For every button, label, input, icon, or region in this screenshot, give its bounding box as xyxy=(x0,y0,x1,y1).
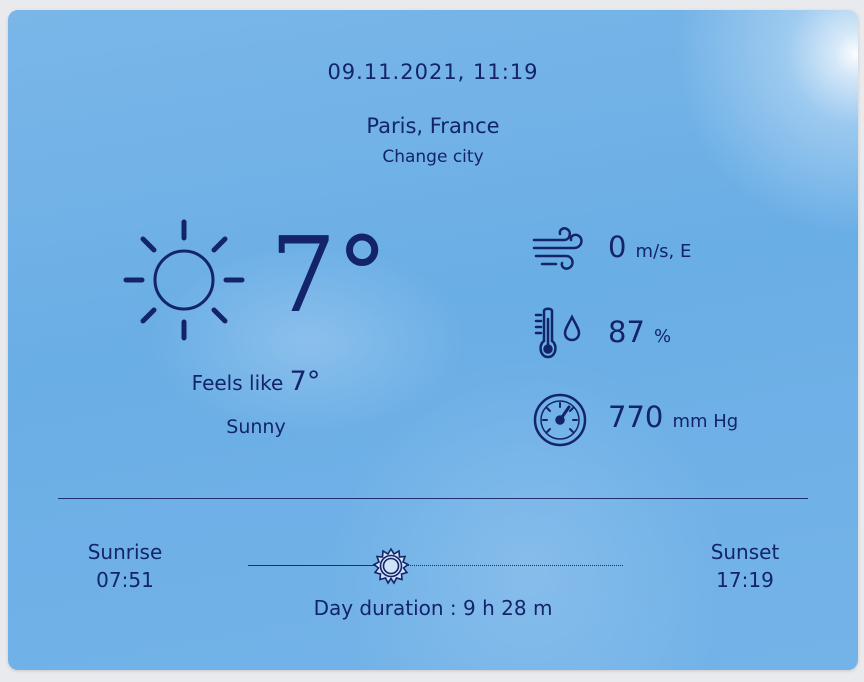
wind-unit: m/s, E xyxy=(635,241,692,262)
temperature: 7° xyxy=(270,214,389,336)
change-city-link[interactable]: Change city xyxy=(8,147,858,167)
pressure-value: 770 xyxy=(608,400,664,434)
feels-like-value: 7° xyxy=(289,366,321,397)
pressure-unit: mm Hg xyxy=(672,411,739,432)
wind-value: 0 xyxy=(608,230,627,264)
day-duration: Day duration : 9 h 28 m xyxy=(313,596,553,620)
sun-icon xyxy=(118,214,250,346)
humidity-unit: % xyxy=(654,326,672,347)
feels-like-label: Feels like xyxy=(191,371,284,395)
humidity-value: 87 xyxy=(608,315,645,349)
wind-readout: 0 m/s, E xyxy=(608,230,691,264)
datetime: 09.11.2021, 11:19 xyxy=(327,60,539,84)
feels-like: Feels like 7° xyxy=(8,366,504,397)
sunrise-time: 07:51 xyxy=(96,568,154,592)
sunset-time: 17:19 xyxy=(716,568,774,592)
sun-position-icon xyxy=(372,547,410,585)
weather-condition: Sunny xyxy=(226,416,286,438)
sunset-label: Sunset xyxy=(710,540,780,564)
thermometer-drop-icon xyxy=(530,305,588,363)
city-name: Paris, France xyxy=(366,114,500,138)
pressure-readout: 770 mm Hg xyxy=(608,400,738,434)
wind-icon xyxy=(530,220,588,278)
humidity-readout: 87 % xyxy=(608,315,671,349)
divider xyxy=(58,498,808,499)
weather-card: 09.11.2021, 11:19 Paris, France Change c… xyxy=(8,10,858,670)
barometer-icon xyxy=(530,390,588,448)
sunrise-label: Sunrise xyxy=(87,540,163,564)
day-progress-remaining xyxy=(408,565,623,566)
